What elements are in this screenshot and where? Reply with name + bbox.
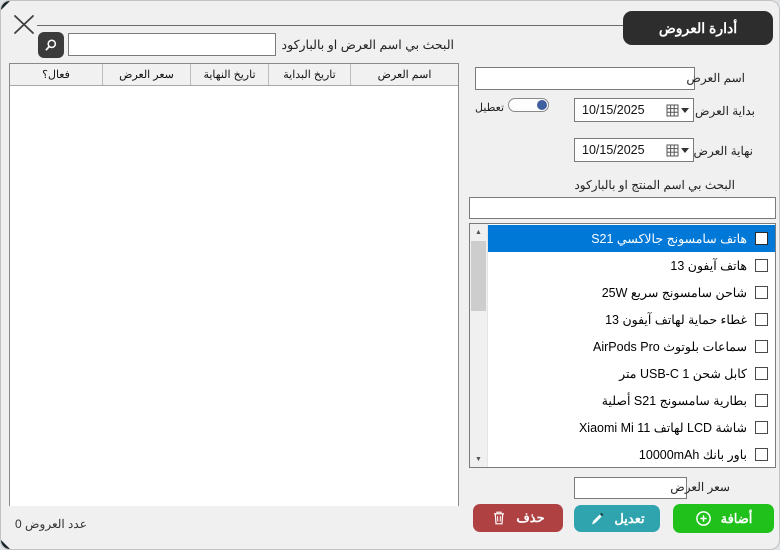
table-header-row: اسم العرض تاريخ البداية تاريخ النهاية سع… [10,64,458,86]
search-label: البحث بي اسم العرض او بالباركود [281,38,454,52]
close-icon[interactable] [12,12,36,36]
edit-button-label: تعديل [614,510,645,526]
product-label: شاحن سامسونج سريع 25W [601,286,747,300]
bottom-left-corner-accent [1,540,10,549]
page-title: أدارة العروض [623,11,773,45]
product-checkbox[interactable] [755,313,768,326]
column-header-price[interactable]: سعر العرض [103,64,191,85]
add-button[interactable]: أضافة [673,504,774,533]
list-item[interactable]: شاشة LCD لهاتف Xiaomi Mi 11 [488,414,775,441]
pencil-icon [592,512,604,524]
list-item[interactable]: بطارية سامسونج S21 أصلية [488,387,775,414]
list-item[interactable]: غطاء حماية لهاتف آيفون 13 [488,306,775,333]
end-date-picker[interactable]: 10/15/2025 [574,138,694,162]
calendar-icon [666,104,679,116]
list-item[interactable]: باور بانك 10000mAh [488,441,775,468]
toggle-knob [537,100,547,110]
add-button-label: أضافة [720,510,753,526]
disable-toggle[interactable] [508,98,549,112]
product-checkbox[interactable] [755,340,768,353]
product-checkbox[interactable] [755,367,768,380]
dropdown-arrow-icon [681,147,689,153]
trash-icon [494,511,505,525]
product-search-label: البحث بي اسم المنتج او بالباركود [574,178,735,192]
products-listbox: ▲ ▼ هاتف سامسونج جالاكسي S21 هاتف آيفون … [469,223,776,468]
vertical-scrollbar[interactable]: ▲ ▼ [470,224,488,467]
product-rows: هاتف سامسونج جالاكسي S21 هاتف آيفون 13 ش… [488,225,775,468]
edit-button[interactable]: تعديل [574,505,660,532]
product-label: باور بانك 10000mAh [638,448,747,462]
product-checkbox[interactable] [755,448,768,461]
product-label: سماعات بلوتوث AirPods Pro [593,340,747,354]
start-date-label: بداية العرض [695,104,755,118]
product-checkbox[interactable] [755,232,768,245]
dropdown-arrow-icon [681,107,689,113]
column-header-end-date[interactable]: تاريخ النهاية [191,64,269,85]
groupbox-divider [37,25,623,26]
offer-price-label: سعر العرض [670,480,730,494]
list-item[interactable]: كابل شحن USB-C 1 متر [488,360,775,387]
magnifier-icon [45,39,57,51]
end-date-value: 10/15/2025 [582,143,645,157]
offers-count-label: عدد العروض 0 [15,517,87,531]
start-date-picker[interactable]: 10/15/2025 [574,98,694,122]
scroll-down-icon[interactable]: ▼ [470,451,487,467]
list-item[interactable]: هاتف آيفون 13 [488,252,775,279]
offer-name-label: اسم العرض [686,71,745,85]
start-date-value: 10/15/2025 [582,103,645,117]
scroll-up-icon[interactable]: ▲ [470,224,487,240]
column-header-offer-name[interactable]: اسم العرض [351,64,458,85]
list-item[interactable]: شاحن سامسونج سريع 25W [488,279,775,306]
column-header-start-date[interactable]: تاريخ البداية [269,64,351,85]
offers-table: اسم العرض تاريخ البداية تاريخ النهاية سع… [9,63,459,506]
product-search-input[interactable] [469,197,776,219]
list-item[interactable]: هاتف سامسونج جالاكسي S21 [488,225,775,252]
delete-button-label: حذف [516,510,545,525]
top-left-corner-accent [1,1,10,10]
product-label: شاشة LCD لهاتف Xiaomi Mi 11 [578,421,747,435]
product-checkbox[interactable] [755,394,768,407]
product-checkbox[interactable] [755,421,768,434]
product-label: كابل شحن USB-C 1 متر [619,367,747,381]
product-label: غطاء حماية لهاتف آيفون 13 [605,313,747,327]
end-date-label: نهاية العرض [693,144,753,158]
table-body-empty [10,86,458,506]
disable-toggle-label: تعطيل [475,102,505,114]
delete-button[interactable]: حذف [473,504,563,532]
product-label: بطارية سامسونج S21 أصلية [601,394,747,408]
calendar-icon [666,144,679,156]
offers-management-window: أدارة العروض البحث بي اسم العرض او بالبا… [0,0,780,550]
column-header-active[interactable]: فعال؟ [10,64,103,85]
list-item[interactable]: سماعات بلوتوث AirPods Pro [488,333,775,360]
product-checkbox[interactable] [755,286,768,299]
product-label: هاتف سامسونج جالاكسي S21 [591,232,747,246]
search-input[interactable] [68,33,276,56]
product-label: هاتف آيفون 13 [670,259,747,273]
scrollbar-thumb[interactable] [471,241,486,311]
plus-circle-icon [695,511,711,526]
product-checkbox[interactable] [755,259,768,272]
offer-name-input[interactable] [475,67,695,90]
search-button[interactable] [38,32,64,58]
